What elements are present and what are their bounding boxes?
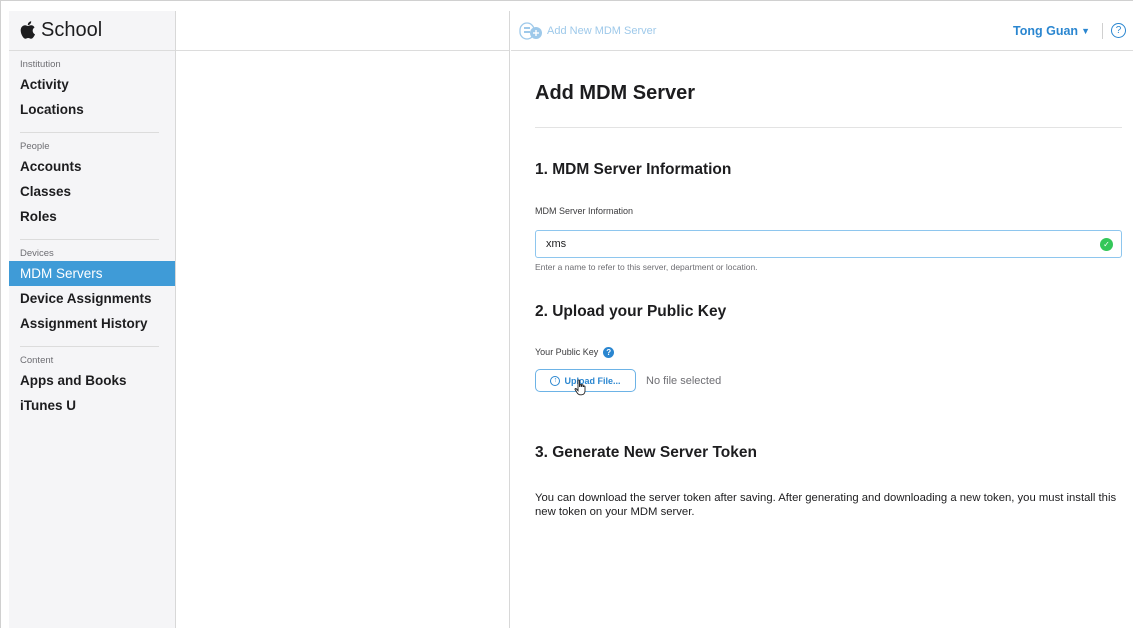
server-token-description: You can download the server token after … — [535, 492, 1117, 518]
help-icon[interactable]: ? — [1111, 23, 1126, 38]
upload-icon: ↑ — [550, 375, 561, 386]
sidebar-item-locations[interactable]: Locations — [20, 97, 175, 122]
form-content: Add MDM Server 1. MDM Server Information… — [511, 81, 1133, 519]
page-title: Add MDM Server — [535, 82, 696, 104]
chevron-down-icon[interactable]: ▼ — [1081, 26, 1090, 36]
section-title: People — [20, 141, 50, 152]
info-icon[interactable]: ? — [603, 346, 615, 358]
server-name-value[interactable]: xms — [546, 238, 566, 250]
server-name-input[interactable]: xms ✓ — [535, 230, 1122, 258]
app-window: School Institution Activity Locations Pe… — [0, 0, 1133, 628]
sidebar-item-accounts[interactable]: Accounts — [20, 154, 175, 179]
upload-file-label: Upload File... — [564, 375, 621, 386]
topbar-actions: Tong Guan ▼ ? — [1013, 22, 1126, 39]
breadcrumb-label: Add New MDM Server — [547, 24, 657, 37]
sidebar-item-apps-and-books[interactable]: Apps and Books — [20, 368, 175, 393]
list-column-header — [176, 11, 509, 51]
sidebar-item-mdm-servers[interactable]: MDM Servers — [9, 261, 175, 286]
sidebar-item-classes[interactable]: Classes — [20, 179, 175, 204]
section-title: Devices — [20, 248, 54, 259]
sidebar-section-institution: Institution Activity Locations — [9, 58, 175, 122]
divider — [20, 132, 159, 133]
sidebar-section-content: Content Apps and Books iTunes U — [9, 354, 175, 418]
public-key-label: Your Public Key — [535, 347, 599, 357]
section-title: Institution — [20, 59, 61, 70]
detail-topbar: Add New MDM Server Tong Guan ▼ ? — [511, 11, 1133, 51]
server-name-help: Enter a name to refer to this server, de… — [535, 262, 758, 272]
sidebar-section-devices: Devices MDM Servers Device Assignments A… — [9, 247, 175, 336]
brand-name: School — [41, 19, 103, 41]
user-menu[interactable]: Tong Guan — [1013, 24, 1078, 38]
sidebar-item-roles[interactable]: Roles — [20, 204, 175, 229]
section-title: Content — [20, 355, 54, 366]
apple-logo-icon — [20, 21, 35, 39]
divider — [20, 346, 159, 347]
list-column — [176, 11, 510, 628]
upload-file-button[interactable]: ↑ Upload File... — [535, 369, 636, 396]
server-name-label: MDM Server Information — [535, 206, 634, 216]
section-heading-server-info: 1. MDM Server Information — [535, 161, 732, 178]
sidebar-item-assignment-history[interactable]: Assignment History — [20, 311, 175, 336]
sidebar-item-device-assignments[interactable]: Device Assignments — [20, 286, 175, 311]
breadcrumb: Add New MDM Server — [519, 21, 657, 40]
brand: School — [9, 11, 175, 51]
divider — [20, 239, 159, 240]
file-status: No file selected — [646, 374, 722, 387]
add-server-icon — [519, 21, 542, 40]
sidebar-item-activity[interactable]: Activity — [20, 72, 175, 97]
section-heading-public-key: 2. Upload your Public Key — [535, 303, 727, 320]
sidebar: School Institution Activity Locations Pe… — [9, 11, 176, 628]
sidebar-section-people: People Accounts Classes Roles — [9, 140, 175, 229]
detail-panel: Add New MDM Server Tong Guan ▼ ? Add MDM… — [511, 11, 1133, 628]
section-heading-server-token: 3. Generate New Server Token — [535, 444, 757, 461]
hand-cursor-icon — [574, 379, 586, 396]
valid-check-icon: ✓ — [1100, 237, 1113, 251]
divider — [535, 127, 1122, 128]
sidebar-item-itunes-u[interactable]: iTunes U — [20, 393, 175, 418]
divider — [1102, 22, 1103, 39]
upload-row: ↑ Upload File... No file selected — [535, 369, 1122, 396]
public-key-label-row: Your Public Key ? — [535, 346, 1122, 358]
